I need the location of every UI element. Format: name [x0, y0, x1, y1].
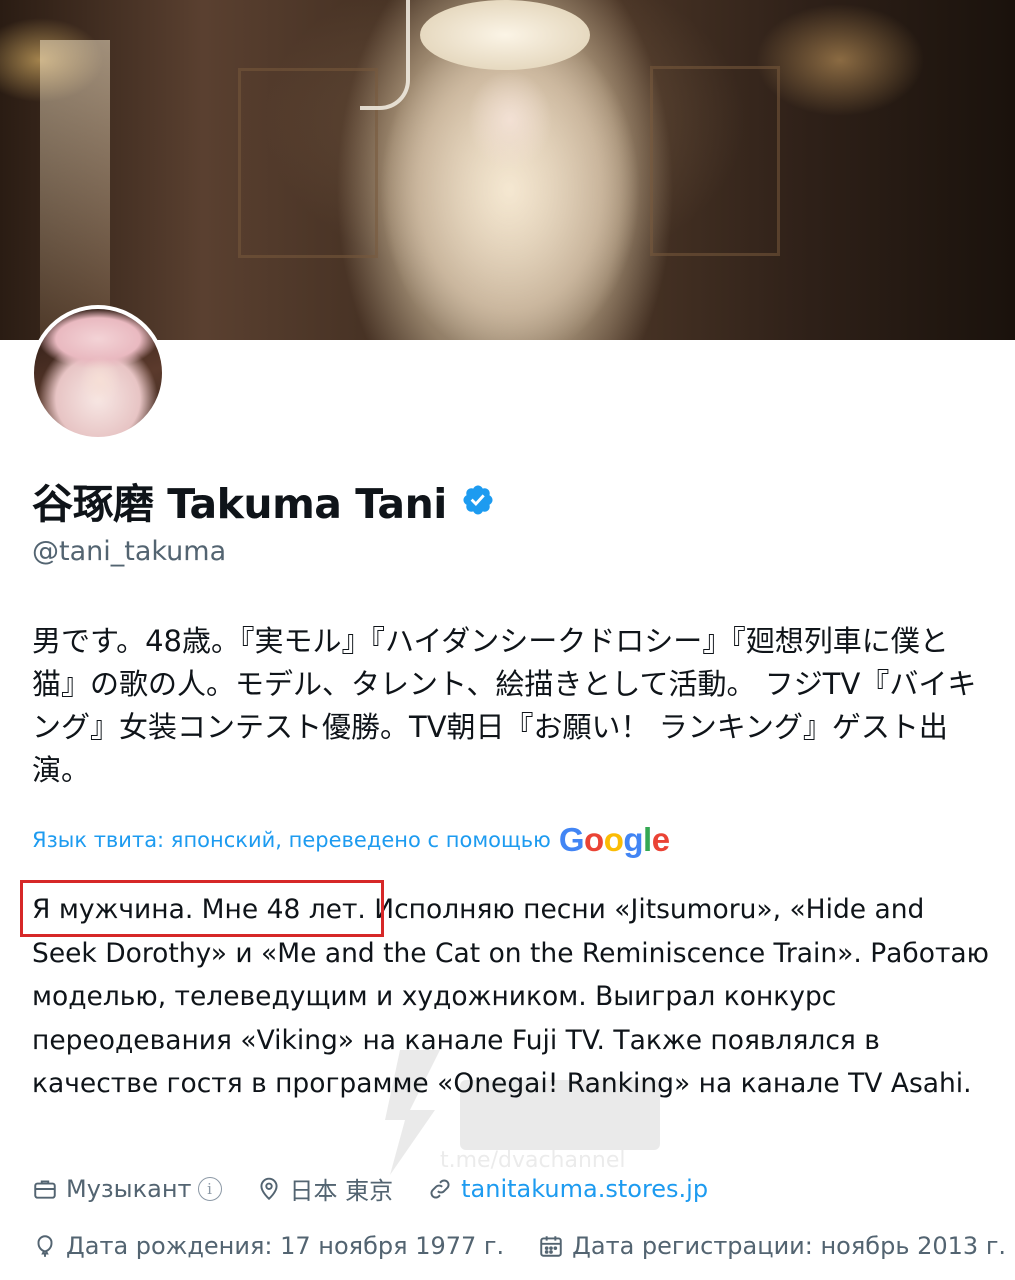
highlight-annotation-box: [20, 880, 384, 937]
avatar[interactable]: [30, 305, 166, 441]
profile-name-row: 谷琢磨 Takuma Tani: [32, 470, 495, 530]
profile-bio: 男です。48歳。『実モル』『ハイダンシークドロシー』『廻想列車に僕と猫』の歌の人…: [32, 624, 977, 787]
profession-text: Музыкант: [66, 1174, 192, 1203]
banner-bonnet: [420, 0, 590, 70]
verified-badge-icon[interactable]: [461, 483, 495, 517]
banner-wall-panel: [650, 66, 780, 256]
profession-item: Музыкант i: [32, 1175, 222, 1203]
calendar-icon: [540, 1236, 562, 1257]
location-pin-icon: [259, 1177, 278, 1200]
display-name: 谷琢磨 Takuma Tani: [32, 480, 447, 528]
birthday-item: Дата рождения: 17 ноября 1977 г.: [32, 1232, 504, 1260]
profile-handle: @tani_takuma: [32, 536, 227, 567]
profile-banner-image[interactable]: [0, 0, 1015, 340]
banner-umbrella: [360, 0, 410, 110]
website-link[interactable]: tanitakuma.stores.jp: [461, 1175, 708, 1203]
link-icon: [430, 1179, 450, 1198]
profile-meta-row: Дата рождения: 17 ноября 1977 г. Дата ре…: [32, 1232, 1015, 1260]
website-item: tanitakuma.stores.jp: [427, 1175, 708, 1203]
balloon-icon: [37, 1235, 53, 1257]
location-item: 日本 東京: [256, 1171, 394, 1206]
joined-text: Дата регистрации: ноябрь 2013 г.: [572, 1232, 1007, 1260]
joined-item: Дата регистрации: ноябрь 2013 г.: [538, 1232, 1006, 1260]
translation-attribution: Язык твита: японский, переведено с помощ…: [32, 822, 670, 858]
info-icon[interactable]: i: [197, 1176, 222, 1201]
birthday-text: Дата рождения: 17 ноября 1977 г.: [66, 1232, 505, 1260]
banner-window: [40, 40, 110, 340]
banner-wall-panel: [238, 68, 378, 258]
location-text: 日本 東京: [289, 1177, 394, 1205]
google-logo: Google: [558, 821, 670, 858]
profile-meta-row: Музыкант i 日本 東京 tanitakuma.stores.jp: [32, 1171, 742, 1206]
translation-label[interactable]: Язык твита: японский, переведено с помощ…: [32, 828, 551, 852]
briefcase-icon: [34, 1179, 56, 1199]
watermark-text: t.me/dvachannel: [440, 1148, 626, 1173]
